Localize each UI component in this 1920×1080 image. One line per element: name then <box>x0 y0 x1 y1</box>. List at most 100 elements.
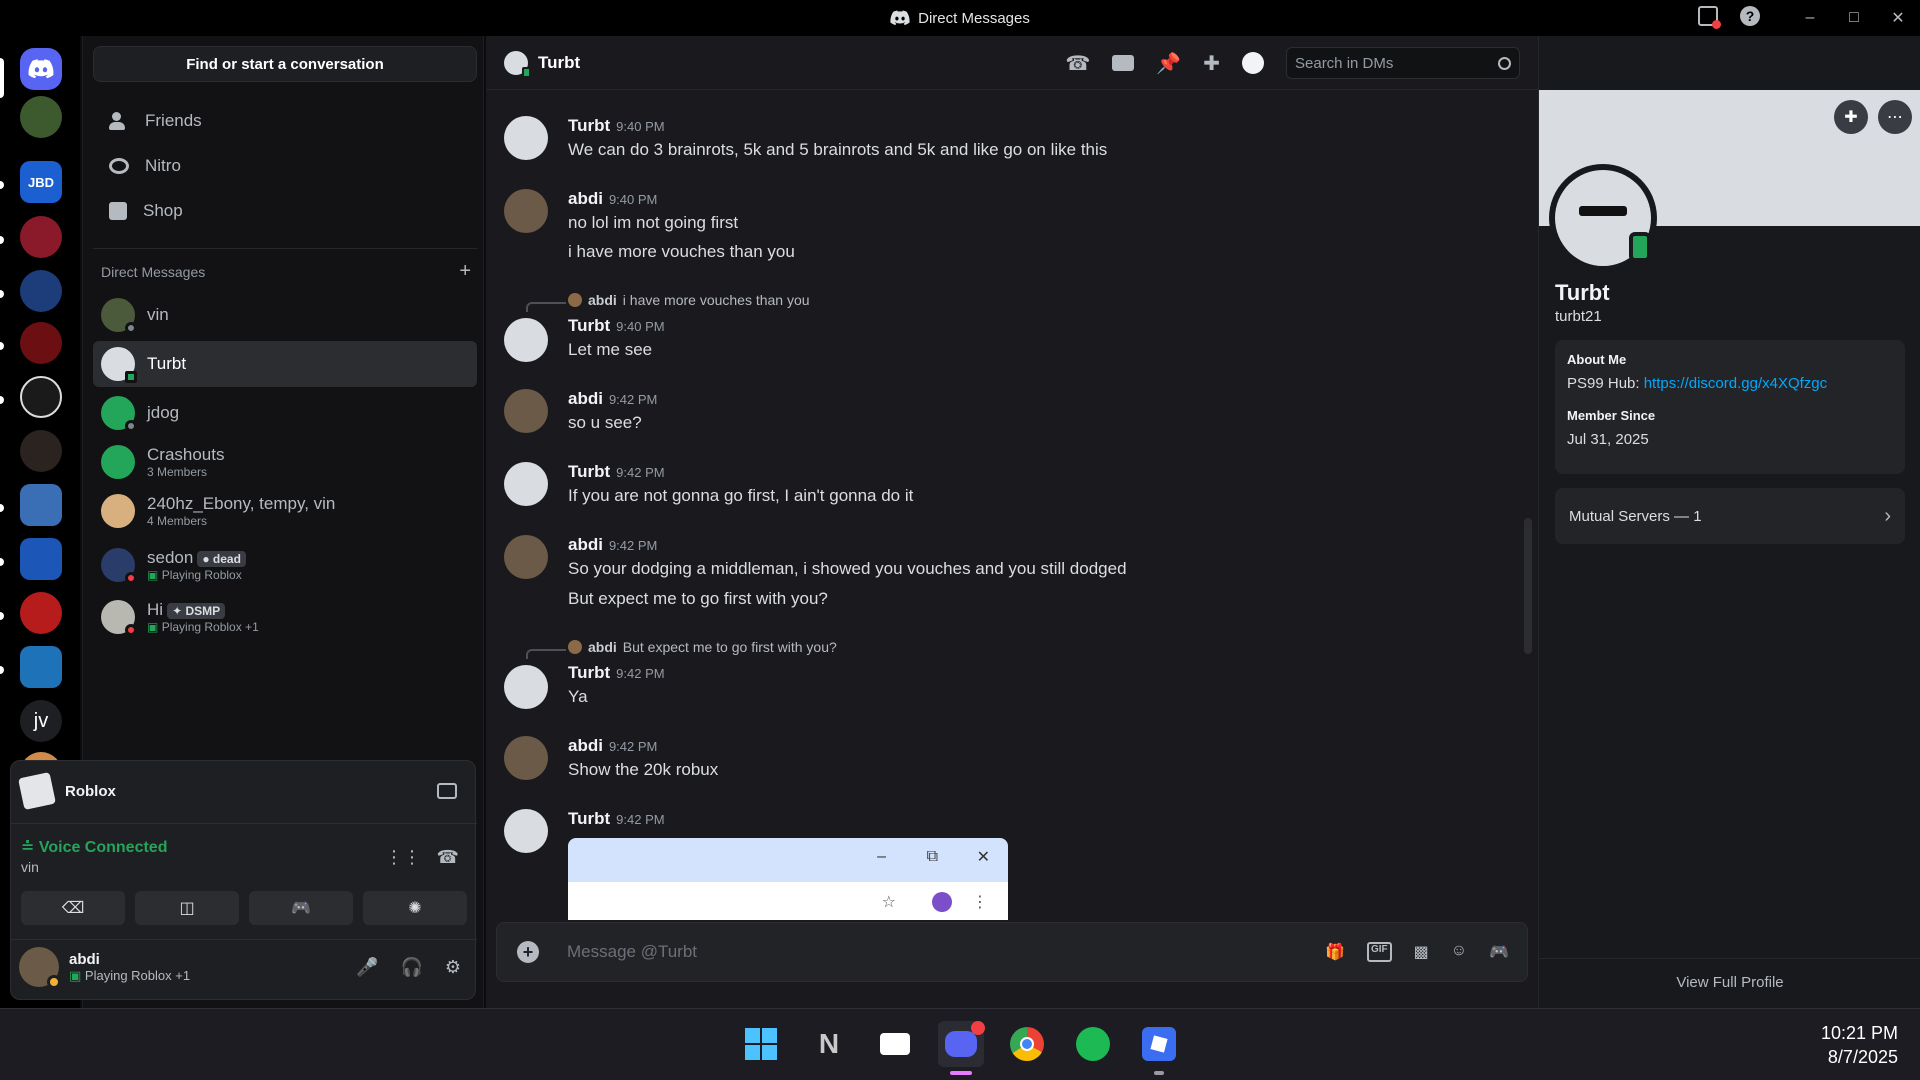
video-call-icon[interactable] <box>1112 55 1135 71</box>
author-avatar[interactable] <box>504 318 548 362</box>
server-icon[interactable] <box>20 484 62 526</box>
server-icon-jv[interactable]: jv <box>20 700 62 742</box>
author-name[interactable]: Turbt <box>568 663 610 682</box>
image-attachment[interactable]: – ⧉ ✕ ☆ ⋮ <box>568 838 1008 920</box>
sticker-icon[interactable]: ▩ <box>1414 942 1429 962</box>
dm-item-vin[interactable]: vin <box>93 292 477 338</box>
voice-call-icon[interactable]: ☎ <box>1065 51 1090 76</box>
gift-icon[interactable]: 🎁 <box>1325 942 1345 962</box>
soundboard-button[interactable]: ✺ <box>363 891 467 925</box>
maximize-icon[interactable]: □ <box>1832 9 1876 27</box>
nav-nitro[interactable]: Nitro <box>93 145 477 187</box>
minimize-icon[interactable]: – <box>1788 9 1832 27</box>
roblox-taskbar-icon[interactable] <box>1136 1021 1182 1067</box>
emoji-icon[interactable]: ☺ <box>1451 942 1467 962</box>
gif-icon[interactable]: GIF <box>1366 942 1392 962</box>
reply-preview[interactable]: abdi But expect me to go first with you? <box>568 639 837 655</box>
author-avatar[interactable] <box>504 389 548 433</box>
server-icon[interactable] <box>20 376 62 418</box>
profile-avatar[interactable] <box>1549 164 1657 272</box>
server-icon[interactable] <box>20 592 62 634</box>
close-icon[interactable]: ✕ <box>1876 8 1920 28</box>
reply-author: abdi <box>588 292 617 308</box>
add-friends-to-dm-icon[interactable]: ✚ <box>1203 51 1220 76</box>
add-dm-icon[interactable]: + <box>459 261 471 281</box>
author-name[interactable]: abdi <box>568 736 603 755</box>
activity-button[interactable]: 🎮 <box>249 891 353 925</box>
dm-subtext: 3 Members <box>147 465 208 479</box>
author-avatar[interactable] <box>504 535 548 579</box>
view-full-profile-link[interactable]: View Full Profile <box>1539 974 1920 991</box>
server-icon[interactable] <box>20 270 62 312</box>
server-icon[interactable] <box>20 216 62 258</box>
settings-gear-icon[interactable]: ⚙ <box>445 957 461 978</box>
nav-friends[interactable]: Friends <box>93 100 477 142</box>
chrome-icon[interactable] <box>1004 1021 1050 1067</box>
author-avatar[interactable] <box>504 665 548 709</box>
search-dms-input[interactable]: Search in DMs <box>1286 47 1520 79</box>
user-info[interactable]: abdi ▣ Playing Roblox +1 <box>19 947 190 989</box>
server-icon[interactable] <box>20 646 62 688</box>
server-icon-jbd[interactable]: JBD <box>20 161 62 203</box>
author-name[interactable]: Turbt <box>568 809 610 828</box>
voice-channel: vin <box>21 859 39 875</box>
author-name[interactable]: abdi <box>568 189 603 208</box>
screen-share-icon[interactable] <box>437 783 457 799</box>
share-screen-button[interactable]: ◫ <box>135 891 239 925</box>
author-avatar[interactable] <box>504 809 548 853</box>
about-me-link[interactable]: https://discord.gg/x4XQfzgc <box>1644 375 1827 392</box>
system-clock[interactable]: 10:21 PM 8/7/2025 <box>1821 1021 1898 1069</box>
scrollbar[interactable] <box>1524 518 1532 654</box>
mutual-servers-button[interactable]: Mutual Servers — 1 › <box>1555 488 1905 544</box>
message-composer[interactable]: + Message @Turbt 🎁 GIF ▩ ☺ 🎮 <box>496 922 1528 982</box>
microphone-icon[interactable]: 🎤 <box>356 957 378 978</box>
server-icon[interactable] <box>20 538 62 580</box>
author-avatar[interactable] <box>504 736 548 780</box>
author-name[interactable]: Turbt <box>568 116 610 135</box>
camera-off-button[interactable]: ⌫ <box>21 891 125 925</box>
user-profile-icon[interactable] <box>1242 52 1264 74</box>
recipient-name[interactable]: Turbt <box>538 53 580 73</box>
discord-taskbar-icon[interactable] <box>938 1021 985 1067</box>
author-name[interactable]: abdi <box>568 535 603 554</box>
dm-item-jdog[interactable]: jdog <box>93 390 477 436</box>
more-options-icon[interactable]: ⋯ <box>1878 100 1912 134</box>
windows-start-icon[interactable] <box>738 1021 784 1067</box>
author-avatar[interactable] <box>504 462 548 506</box>
author-name[interactable]: Turbt <box>568 316 610 335</box>
disconnect-icon[interactable]: ☎ <box>437 847 459 868</box>
pinned-messages-icon[interactable]: 📌 <box>1156 51 1181 76</box>
headphones-icon[interactable]: 🎧 <box>400 957 422 978</box>
author-name[interactable]: abdi <box>568 389 603 408</box>
server-icon[interactable] <box>20 96 62 138</box>
dm-item-hi[interactable]: Hi ✦ DSMP ▣ Playing Roblox +1 <box>93 594 477 640</box>
help-icon[interactable]: ? <box>1740 6 1760 26</box>
timestamp: 9:40 PM <box>616 119 665 134</box>
apps-gamepad-icon[interactable]: 🎮 <box>1489 942 1509 962</box>
notion-icon[interactable]: N <box>806 1021 852 1067</box>
author-name[interactable]: Turbt <box>568 462 610 481</box>
dm-subtext: 4 Members <box>147 514 208 528</box>
nav-shop[interactable]: Shop <box>93 190 477 232</box>
divider <box>11 939 477 940</box>
server-label: jv <box>33 709 49 732</box>
clan-tag: ✦ DSMP <box>167 603 226 619</box>
spotify-icon[interactable] <box>1070 1021 1116 1067</box>
soundboard-icon: ✺ <box>408 900 422 917</box>
dm-item-turbt[interactable]: Turbt <box>93 341 477 387</box>
home-button[interactable] <box>20 48 62 90</box>
author-avatar[interactable] <box>504 189 548 233</box>
reply-preview[interactable]: abdi i have more vouches than you <box>568 292 810 308</box>
dm-item-crashouts[interactable]: Crashouts 3 Members <box>93 439 477 485</box>
inbox-icon[interactable] <box>1698 6 1721 29</box>
dm-item-group[interactable]: 240hz_Ebony, tempy, vin 4 Members <box>93 488 477 534</box>
add-friend-icon[interactable]: ✚ <box>1834 100 1868 134</box>
mail-icon[interactable] <box>872 1021 918 1067</box>
noise-suppression-icon[interactable]: ⋮⋮ <box>385 847 421 868</box>
server-icon[interactable] <box>20 322 62 364</box>
find-conversation-button[interactable]: Find or start a conversation <box>93 46 477 82</box>
author-avatar[interactable] <box>504 116 548 160</box>
server-icon[interactable] <box>20 430 62 472</box>
attach-plus-icon[interactable]: + <box>517 941 539 963</box>
dm-item-sedon[interactable]: sedon ● dead ▣ Playing Roblox <box>93 542 477 588</box>
